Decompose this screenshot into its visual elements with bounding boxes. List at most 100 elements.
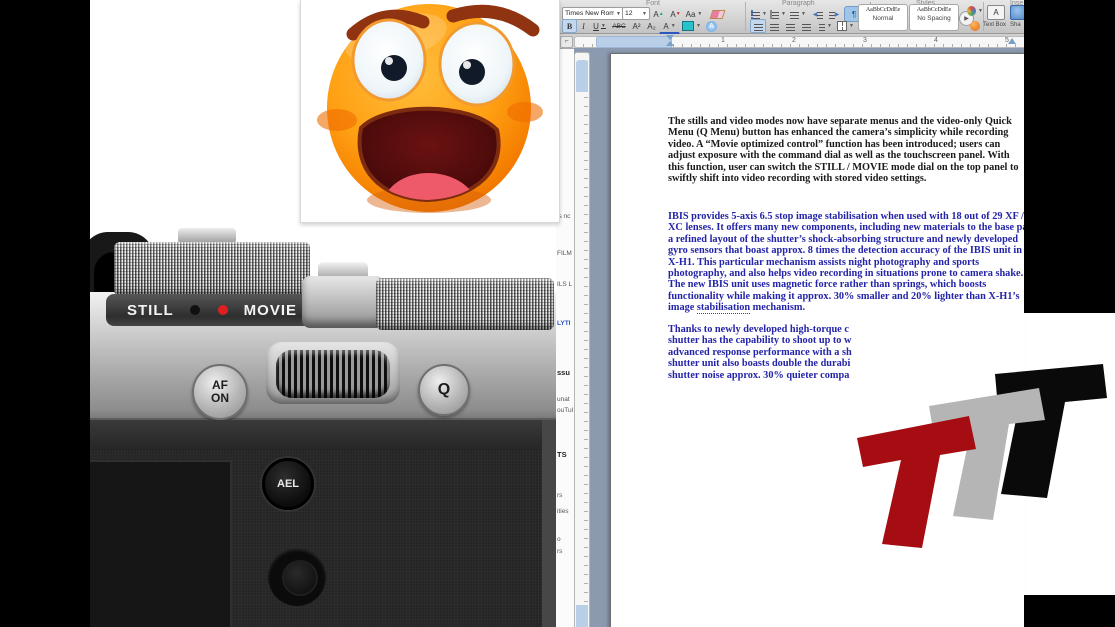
shocked-emoji-svg: [301, 0, 559, 222]
ael-label: AEL: [277, 478, 299, 490]
af-on-label: AFON: [211, 379, 229, 405]
doc-line: advanced response performance with a sh: [668, 347, 864, 358]
camera-back-rail: [90, 420, 556, 450]
web-fragment: o: [557, 536, 561, 543]
misspelled-word: stabilisation: [825, 211, 878, 222]
superscript-button[interactable]: A²: [629, 19, 644, 33]
doc-line: XC lenses. It offers many new components…: [668, 222, 1038, 233]
doc-line: Menu (Q Menu) button has enhanced the ca…: [668, 127, 1019, 138]
strikethrough-button[interactable]: ABC: [609, 19, 629, 33]
highlight-button[interactable]: ▼: [681, 19, 702, 33]
shape-label: Sha: [1010, 22, 1021, 28]
q-label: Q: [438, 381, 450, 399]
align-right-button[interactable]: [782, 19, 798, 33]
shocked-emoji-image: [300, 0, 560, 223]
web-fragment: TS: [557, 450, 567, 459]
style-name: No Spacing: [910, 15, 958, 22]
camera-still-movie-dial: STILL MOVIE: [106, 294, 318, 326]
doc-line: a refined layout of the shutter’s shock-…: [668, 234, 1038, 245]
doc-line: The stills and video modes now have sepa…: [668, 116, 1019, 127]
group-divider: [745, 2, 746, 31]
tab-selector[interactable]: ⌐: [560, 36, 573, 48]
paragraph-3-clipped[interactable]: Thanks to newly developed high-torque c …: [668, 324, 864, 381]
still-dot-icon: [190, 305, 200, 315]
style-preview: AaBbCcDdEe: [859, 7, 907, 13]
ruler-number: 1: [721, 37, 725, 44]
ruler-number: 4: [934, 37, 938, 44]
doc-line: gyro sensors that boast approx. 8 times …: [668, 245, 1038, 256]
emoji-pupil-highlight: [463, 61, 471, 69]
word-ribbon: Font Paragraph Styles Inse Times New Rom…: [558, 0, 1024, 34]
justify-button[interactable]: [798, 19, 814, 33]
italic-button[interactable]: I: [577, 19, 590, 33]
doc-line: this function, user can switch the STILL…: [668, 162, 1019, 173]
doc-line: video. A “Movie optimized control” funct…: [668, 139, 1019, 150]
logo-letter-t-black: [995, 364, 1107, 498]
still-label: STILL: [127, 302, 174, 319]
doc-line: shutter noise approx. 30% quieter compa: [668, 370, 864, 381]
chevron-down-icon: ▼: [642, 11, 647, 17]
doc-line: photography, and also helps video record…: [668, 268, 1038, 279]
camera-ael-button: AEL: [262, 458, 314, 510]
subscript-button[interactable]: A₂: [644, 19, 659, 33]
text-box-label: Text Box: [983, 22, 1006, 28]
horizontal-ruler: ⌐ 1 2 3 4 5: [558, 34, 1024, 49]
web-fragment: FILM: [557, 250, 572, 257]
indent-marker-top[interactable]: [666, 35, 674, 40]
doc-line: adjust exposure with the command dial as…: [668, 150, 1019, 161]
indent-marker-bottom[interactable]: [666, 41, 674, 46]
ruler-number: 5: [1005, 37, 1009, 44]
ttt-logo-svg: [845, 360, 1115, 560]
doc-line: functionality while making it approx. 30…: [668, 291, 1038, 302]
doc-line: Thanks to newly developed high-torque c: [668, 324, 864, 335]
camera-side-edge: [542, 420, 556, 627]
emoji-pupil-highlight: [385, 57, 393, 65]
movie-label: MOVIE: [244, 302, 297, 319]
vertical-ruler-top-margin: [576, 60, 588, 92]
web-fragment: ILS L: [557, 281, 572, 288]
style-card-no-spacing[interactable]: AaBbCcDdEe No Spacing: [909, 4, 959, 31]
align-left-button[interactable]: [750, 19, 766, 33]
toolbox-icon[interactable]: [967, 18, 982, 33]
text-box-icon[interactable]: A: [987, 5, 1005, 20]
align-center-button[interactable]: [766, 19, 782, 33]
web-fragment: rs: [557, 492, 562, 499]
bold-button[interactable]: B: [562, 19, 577, 33]
ruler-number: 3: [863, 37, 867, 44]
ruler-number: 2: [792, 37, 796, 44]
style-name: Normal: [859, 15, 907, 22]
font-size-value: 12: [625, 10, 633, 17]
ribbon-group-label-paragraph: Paragraph: [782, 0, 815, 7]
change-styles-pinwheel-icon[interactable]: ▼: [966, 3, 984, 18]
web-fragment: rs: [557, 548, 562, 555]
right-margin-marker[interactable]: [1008, 38, 1016, 44]
bottom-right-black-block: [1024, 595, 1115, 627]
logo-letter-t-red: [857, 416, 976, 548]
camera-right-dial-knurl: [376, 278, 554, 330]
font-name-value: Times New Roman: [565, 10, 614, 17]
camera-af-on-button: AFON: [192, 364, 248, 420]
vertical-ruler-bottom-margin: [576, 605, 588, 627]
paragraph-2[interactable]: IBIS provides 5-axis 6.5 stop image stab…: [668, 211, 1038, 314]
paragraph-1[interactable]: The stills and video modes now have sepa…: [668, 116, 1019, 184]
font-color-button[interactable]: A▼: [659, 19, 680, 35]
style-card-normal[interactable]: AaBbCcDdEe Normal: [858, 4, 908, 31]
doc-line: image stabilisation mechanism.: [668, 302, 1038, 313]
doc-line: The new IBIS unit uses magnetic force ra…: [668, 279, 1038, 290]
web-fragment: unat: [557, 396, 570, 403]
underline-button[interactable]: U▼: [590, 19, 609, 33]
style-preview: AaBbCcDdEe: [910, 7, 958, 13]
emoji-blush-left: [317, 109, 357, 131]
camera-joystick: [282, 560, 318, 596]
text-effects-button[interactable]: A: [703, 19, 720, 33]
line-spacing-button[interactable]: ▼: [816, 19, 835, 33]
camera-lcd-edge: [90, 460, 232, 627]
emoji-blush-right: [507, 102, 543, 122]
web-fragment-link: LYTI: [557, 320, 571, 327]
emoji-pupil-right: [459, 59, 485, 85]
web-fragment: ssu: [557, 368, 570, 377]
doc-line: shutter has the capability to shoot up t…: [668, 335, 864, 346]
emoji-pupil-left: [381, 55, 407, 81]
ribbon-group-label-font: Font: [646, 0, 660, 7]
borders-button[interactable]: ▼: [836, 19, 855, 33]
